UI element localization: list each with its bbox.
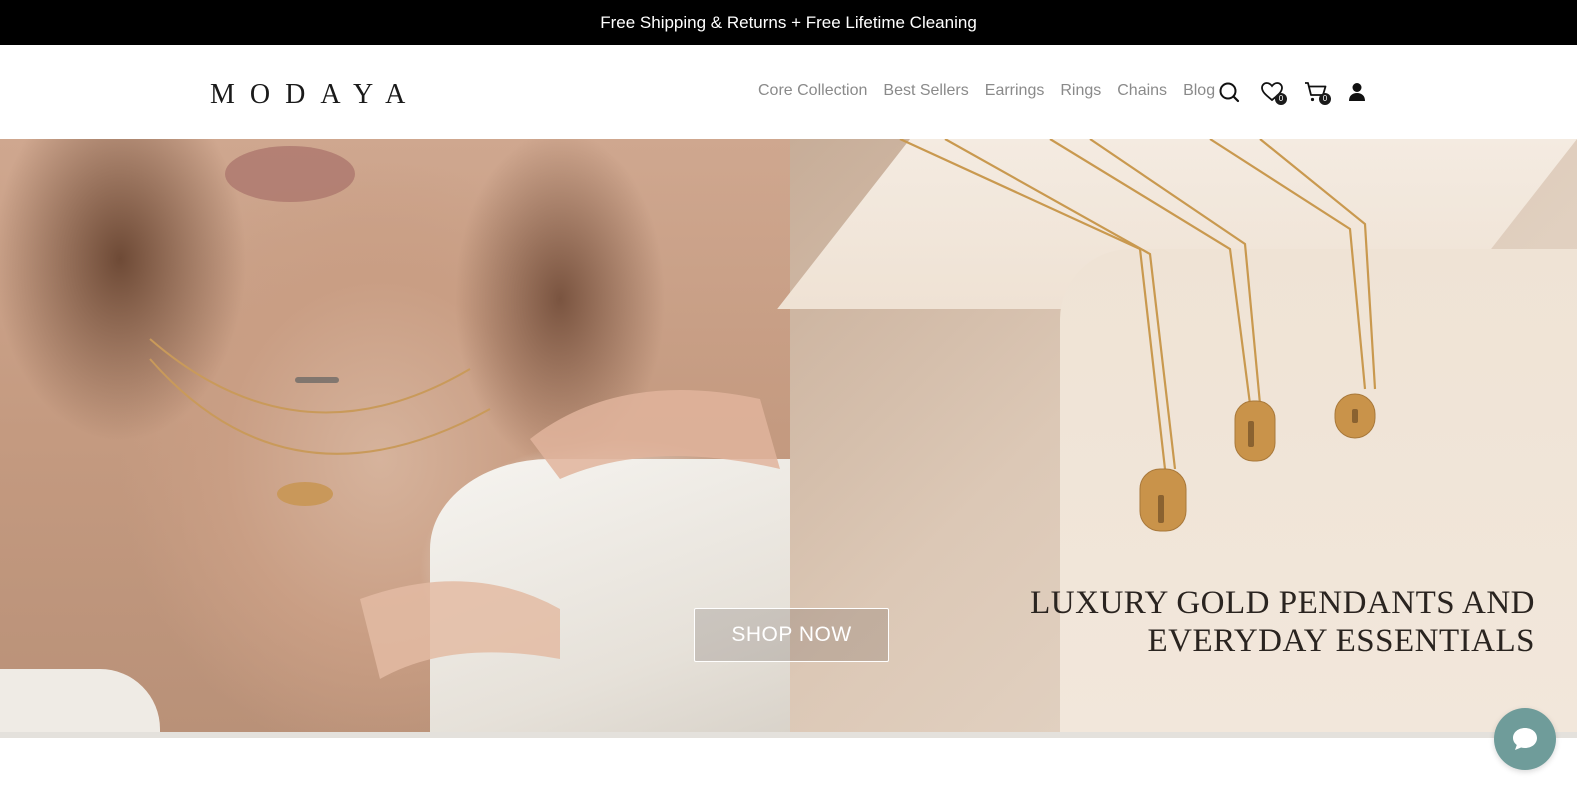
- nav-item-chains[interactable]: Chains: [1117, 81, 1167, 101]
- search-button[interactable]: [1216, 79, 1242, 105]
- wishlist-count-badge: 0: [1275, 93, 1287, 105]
- announcement-bar: Free Shipping & Returns + Free Lifetime …: [0, 0, 1577, 45]
- nav-item-blog[interactable]: Blog: [1183, 81, 1215, 101]
- model-necklace-illustration: [149, 146, 780, 679]
- nav-item-rings[interactable]: Rings: [1060, 81, 1101, 101]
- nav-item-core-collection[interactable]: Core Collection: [758, 81, 867, 101]
- hero-headline-line-2: EVERYDAY ESSENTIALS: [1147, 623, 1535, 659]
- chat-widget-button[interactable]: [1494, 708, 1556, 770]
- cart-count-badge: 0: [1319, 93, 1331, 105]
- cart-button[interactable]: 0: [1303, 79, 1331, 105]
- nav-item-earrings[interactable]: Earrings: [985, 81, 1045, 101]
- hero-divider: [0, 732, 1577, 738]
- account-button[interactable]: [1344, 79, 1370, 105]
- nav-item-best-sellers[interactable]: Best Sellers: [883, 81, 968, 101]
- hero-headline: LUXURY GOLD PENDANTS AND EVERYDAY ESSENT…: [975, 584, 1535, 660]
- hero-model-image: [0, 139, 790, 732]
- search-icon: [1219, 82, 1240, 103]
- brand-logo[interactable]: MODAYA: [210, 80, 420, 110]
- main-nav: Core Collection Best Sellers Earrings Ri…: [758, 81, 1215, 101]
- chat-bubble-icon: [1513, 728, 1537, 750]
- wishlist-button[interactable]: 0: [1259, 79, 1287, 105]
- site-header: MODAYA Core Collection Best Sellers Earr…: [0, 45, 1577, 139]
- user-icon: [1349, 83, 1365, 101]
- announcement-text: Free Shipping & Returns + Free Lifetime …: [600, 12, 977, 32]
- hero-banner: SHOP NOW LUXURY GOLD PENDANTS AND EVERYD…: [0, 139, 1577, 732]
- hero-headline-line-1: LUXURY GOLD PENDANTS AND: [1030, 585, 1535, 621]
- shop-now-button[interactable]: SHOP NOW: [694, 608, 889, 662]
